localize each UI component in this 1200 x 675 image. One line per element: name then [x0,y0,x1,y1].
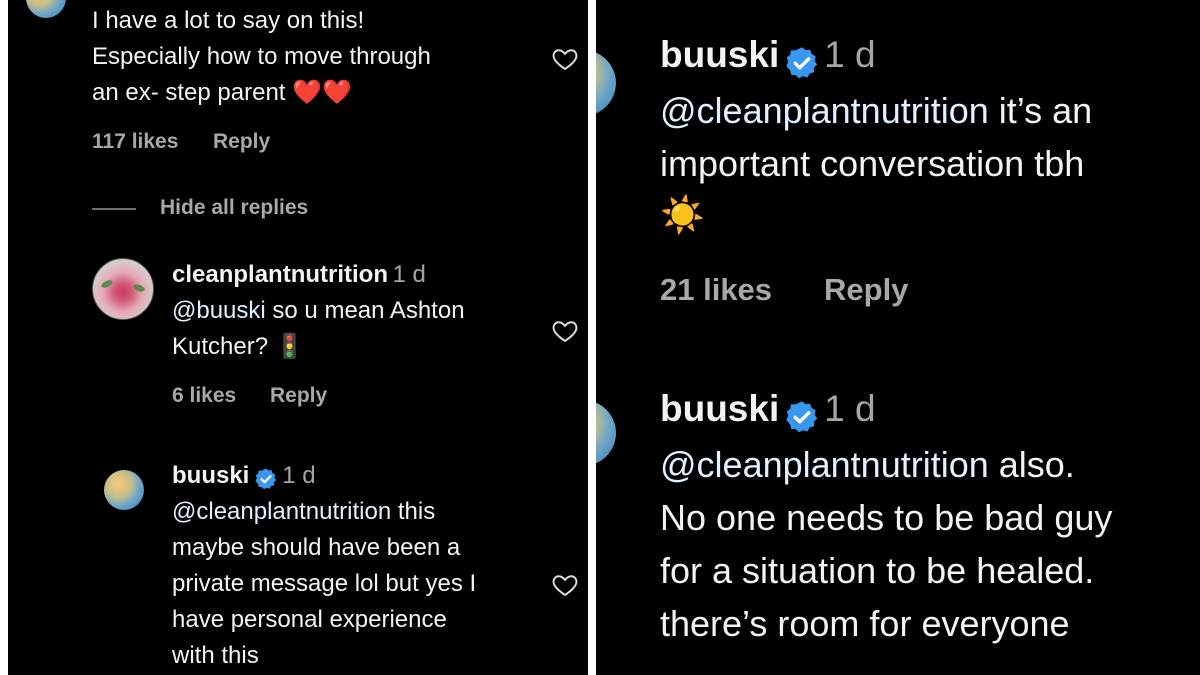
right-comment1-mention[interactable]: @cleanplantnutrition [660,90,989,131]
hide-replies-button[interactable]: Hide all replies [160,196,308,220]
reply2-line-3: private message lol but yes I [172,570,477,597]
top-comment-reply-button[interactable]: Reply [213,130,270,154]
reply1-time: 1 d [392,261,426,288]
reply1-line-2: Kutcher? 🚦 [172,329,305,365]
reply2-line-2: maybe should have been a [172,534,461,561]
right-comment2-time: 1 d [824,388,876,429]
right-comment2-line-1: @cleanplantnutrition also. [660,438,1075,491]
reply2-header: buuski 1 d [172,458,316,494]
right-comment1-reply-button[interactable]: Reply [824,272,908,308]
reply2-time: 1 d [282,462,316,489]
top-comment-avatar[interactable] [26,0,66,18]
panel-divider [588,0,596,675]
verified-badge-icon [255,468,276,489]
left-edge-border [0,0,8,675]
right-comment2-mention[interactable]: @cleanplantnutrition [660,444,989,485]
right-comment1-time: 1 d [824,34,876,75]
reply2-line-4: have personal experience [172,606,447,633]
right-comment2-line-3: for a situation to be healed. [660,550,1095,591]
top-comment-likes[interactable]: 117 likes [92,130,178,154]
top-comment-line-3-text: an ex- step parent [92,79,286,106]
sun-emoji: ☀️ [660,194,705,235]
buuski-avatar[interactable] [596,50,616,116]
reply1-reply-button[interactable]: Reply [270,384,327,408]
hearts-emoji: ❤️❤️ [292,79,352,106]
right-comment2-header: buuski 1 d [660,388,876,435]
right-comment1-line-2: important conversation tbh [660,143,1085,184]
right-comment1-header: buuski 1 d [660,34,876,81]
reply1-line-2-text: Kutcher? [172,333,269,360]
reply2-line-1: @cleanplantnutrition this [172,494,435,530]
top-comment-line-2: Especially how to move through [92,43,431,70]
right-comment2-line-4: there’s room for everyone [660,603,1070,644]
heart-icon[interactable] [550,317,580,345]
right-comment2-username[interactable]: buuski [660,388,779,429]
reply1-likes[interactable]: 6 likes [172,384,236,408]
right-comment1-line-1-text: it’s an [988,90,1093,131]
reply2-line-1-text: this [391,498,436,525]
top-comment-line-1: I have a lot to say on this! [92,7,365,34]
left-screenshot-panel: I have a lot to say on this! Especially … [8,0,588,675]
reply1-username[interactable]: cleanplantnutrition [172,261,388,288]
reply2-mention[interactable]: @cleanplantnutrition [172,498,391,525]
heart-icon[interactable] [550,45,580,73]
traffic-light-emoji: 🚦 [274,333,305,360]
right-comment2-line-2: No one needs to be bad guy [660,497,1113,538]
reply2-line-5: with this [172,642,259,669]
verified-badge-icon [785,401,817,433]
top-comment-line-3: an ex- step parent ❤️❤️ [92,75,352,111]
reply1-header: cleanplantnutrition 1 d [172,257,426,293]
reply1-mention[interactable]: @buuski [172,297,266,324]
reply1-line-1-text: so u mean Ashton [265,297,465,324]
reply1-line-1: @buuski so u mean Ashton [172,293,465,329]
right-comment1-likes[interactable]: 21 likes [660,272,772,308]
replies-divider-line [92,208,136,210]
right-comment2-line-1-text: also. [988,444,1075,485]
verified-badge-icon [785,47,817,79]
cleanplantnutrition-avatar[interactable] [92,258,154,320]
right-screenshot-panel: buuski 1 d @cleanplantnutrition it’s an … [596,0,1200,675]
reply2-username[interactable]: buuski [172,462,249,489]
buuski-avatar[interactable] [596,400,616,466]
right-comment1-line-1: @cleanplantnutrition it’s an [660,84,1092,137]
buuski-avatar[interactable] [104,470,144,510]
right-comment1-username[interactable]: buuski [660,34,779,75]
heart-icon[interactable] [550,571,580,599]
